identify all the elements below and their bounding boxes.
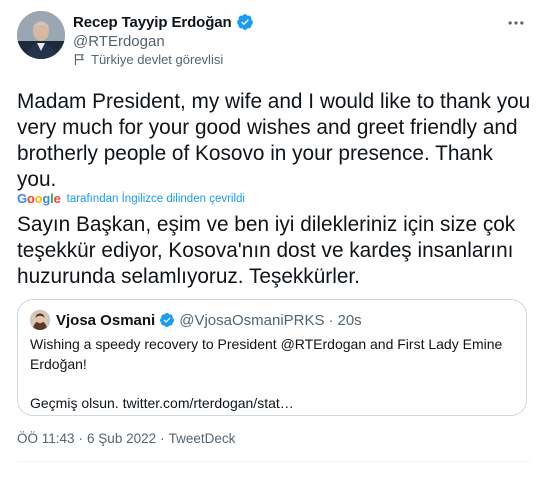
quoted-tweet[interactable]: Vjosa Osmani @VjosaOsmaniPRKS · 20s Wish… [17, 299, 527, 416]
meta-separator: · [160, 431, 165, 446]
tweet-meta: ÖÖ 11:43 · 6 Şub 2022 · TweetDeck [17, 431, 235, 446]
author-avatar[interactable] [17, 11, 65, 59]
quoted-author-avatar [30, 310, 50, 330]
author-handle[interactable]: @RTErdogan [73, 33, 254, 53]
more-options-button[interactable] [501, 8, 531, 38]
translation-attribution[interactable]: Google tarafından İngilizce dilinden çev… [17, 191, 245, 206]
tweet-source[interactable]: TweetDeck [169, 431, 236, 446]
government-label-text: Türkiye devlet görevlisi [91, 52, 224, 67]
avatar-portrait-icon [17, 11, 65, 59]
verified-badge-icon[interactable] [236, 13, 254, 31]
more-horizontal-icon [508, 21, 524, 25]
quoted-separator: · [328, 311, 334, 329]
tweet-time[interactable]: ÖÖ 11:43 [17, 431, 75, 446]
quoted-tweet-text: Wishing a speedy recovery to President @… [30, 335, 516, 413]
quoted-tweet-header: Vjosa Osmani @VjosaOsmaniPRKS · 20s [30, 310, 362, 330]
quoted-text-line: Wishing a speedy recovery to President @… [30, 336, 503, 372]
translated-by-text[interactable]: tarafından İngilizce dilinden çevrildi [67, 193, 245, 205]
quoted-author-name: Vjosa Osmani [56, 311, 156, 329]
google-logo: Google [17, 191, 61, 206]
tweet-card: Recep Tayyip Erdoğan @RTErdogan Türkiye … [0, 0, 547, 483]
author-name-row: Recep Tayyip Erdoğan [73, 12, 254, 32]
tweet-date[interactable]: 6 Şub 2022 [87, 431, 156, 446]
divider [17, 461, 530, 462]
quoted-timestamp: 20s [337, 311, 362, 329]
author-name[interactable]: Recep Tayyip Erdoğan [73, 14, 232, 31]
author-info: Recep Tayyip Erdoğan @RTErdogan [73, 12, 254, 53]
flag-icon [74, 54, 84, 66]
government-label[interactable]: Türkiye devlet görevlisi [73, 52, 223, 67]
quoted-author-handle: @VjosaOsmaniPRKS [179, 311, 325, 329]
tweet-text: Madam President, my wife and I would lik… [17, 90, 531, 191]
quoted-verified-badge-icon [159, 312, 175, 328]
translated-text: Sayın Başkan, eşim ve ben iyi dileklerin… [17, 213, 516, 288]
meta-separator: · [78, 431, 84, 446]
quoted-text-line: Geçmiş olsun. twitter.com/rterdogan/stat… [30, 394, 294, 411]
